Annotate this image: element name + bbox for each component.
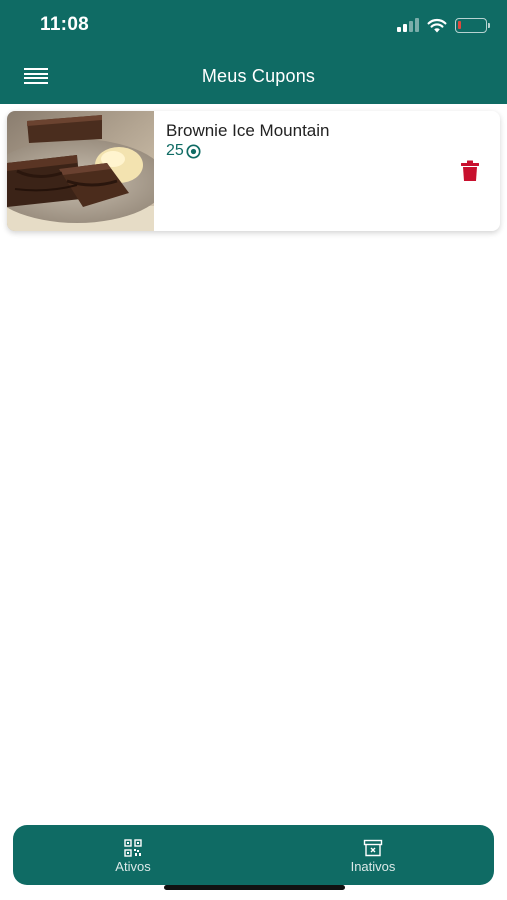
page-title: Meus Cupons: [201, 66, 316, 86]
trash-icon[interactable]: [460, 160, 480, 182]
status-icons: [397, 16, 490, 34]
qr-code-icon: [124, 839, 142, 857]
battery-icon: [455, 17, 490, 33]
archive-box-icon: [363, 839, 383, 857]
brownie-with-ice-cream-photo: [7, 111, 154, 231]
home-indicator: [164, 885, 345, 890]
battery-level: [458, 20, 461, 29]
screen: 11:08 Meus Cupons Brownie Ice Mountain 2…: [0, 0, 507, 900]
status-time: 11:08: [40, 14, 90, 35]
tab-ativos[interactable]: Ativos: [33, 825, 233, 885]
coupon-name: Brownie Ice Mountain: [166, 121, 330, 140]
tab-inativos-label: Inativos: [350, 859, 396, 874]
coupon-points: 25: [166, 142, 201, 160]
bottom-tab-bar: Ativos Inativos: [13, 825, 494, 885]
tab-ativos-label: Ativos: [115, 859, 151, 874]
app-header: 11:08 Meus Cupons: [0, 0, 507, 104]
cellular-signal-icon: [397, 18, 419, 32]
tab-inativos[interactable]: Inativos: [273, 825, 473, 885]
coupon-card[interactable]: Brownie Ice Mountain 25: [7, 111, 500, 231]
coupon-points-value: 25: [166, 142, 184, 159]
coin-icon: [186, 143, 201, 159]
wifi-icon: [427, 18, 447, 32]
